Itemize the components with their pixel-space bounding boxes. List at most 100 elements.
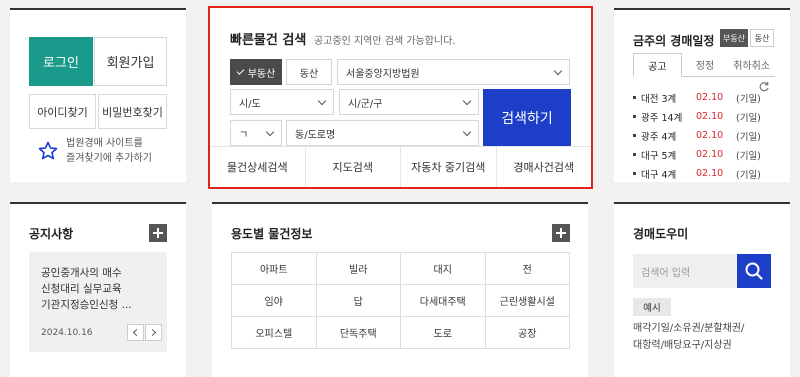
helper-search-input[interactable]: 검색어 입력 <box>633 254 737 288</box>
bullet-icon <box>633 134 636 137</box>
court-select[interactable]: 서울중앙지방법원 <box>337 59 570 85</box>
search-mode-tabs: 물건상세검색 지도검색 자동차 중기검색 경매사건검색 <box>210 146 591 187</box>
schedule-date: 02.10 <box>696 92 724 103</box>
schedule-note: (기일) <box>736 150 761 162</box>
search-icon <box>745 262 763 280</box>
schedule-place: 대구 5계 <box>641 150 677 162</box>
example-label: 예시 <box>633 298 671 316</box>
initial-select[interactable]: ㄱ <box>230 120 282 146</box>
schedule-row[interactable]: 대구 5계 02.10 (기일) <box>633 145 775 164</box>
login-button[interactable]: 로그인 <box>29 37 93 86</box>
usage-item[interactable]: 전 <box>485 253 570 285</box>
schedule-title: 금주의 경매일정 <box>633 34 715 48</box>
type-movable-toggle[interactable]: 동산 <box>286 59 332 85</box>
notice-item[interactable]: 공인중개사의 매수 신청대리 실무교육 기관지정승인신청 ... 2024.10… <box>29 252 167 352</box>
usage-item[interactable]: 도로 <box>401 317 486 349</box>
auction-schedule-panel: 금주의 경매일정 부동산 동산 공고 정정 취하취소 대전 3계 02.10 (… <box>614 8 790 182</box>
favorite-line-1: 법원경매 사이트를 <box>66 138 143 149</box>
schedule-place: 광주 4계 <box>641 131 677 143</box>
notice-line-2: 신청대리 실무교육 <box>41 283 122 295</box>
join-button[interactable]: 회원가입 <box>94 37 167 86</box>
sigungu-select[interactable]: 시/군/구 <box>339 89 479 115</box>
chevron-down-icon <box>265 127 275 137</box>
court-select-value: 서울중앙지방법원 <box>346 68 420 80</box>
tab-notice[interactable]: 공고 <box>633 53 682 77</box>
schedule-movable-toggle[interactable]: 동산 <box>750 29 774 47</box>
tab-correction[interactable]: 정정 <box>682 53 729 76</box>
schedule-tabs: 공고 정정 취하취소 <box>633 53 775 77</box>
helper-tags-line-2[interactable]: 대항력/배당요구/지상권 <box>633 337 778 354</box>
schedule-place: 대구 4계 <box>641 169 677 181</box>
schedule-date: 02.10 <box>696 149 724 160</box>
schedule-place: 광주 14계 <box>641 112 683 124</box>
search-button[interactable]: 검색하기 <box>483 89 571 146</box>
usage-item[interactable]: 다세대주택 <box>401 285 486 317</box>
helper-search-button[interactable] <box>737 254 771 288</box>
notice-panel: 공지사항 공인중개사의 매수 신청대리 실무교육 기관지정승인신청 ... 20… <box>10 202 186 377</box>
schedule-note: (기일) <box>736 93 761 105</box>
schedule-date: 02.10 <box>696 168 724 179</box>
quick-search-panel: 빠른물건 검색 공고중인 지역만 검색 가능합니다. 부동산 동산 서울중앙지방… <box>208 6 593 189</box>
tab-detail-search[interactable]: 물건상세검색 <box>210 147 306 187</box>
schedule-note: (기일) <box>736 131 761 143</box>
chevron-down-icon <box>462 96 472 106</box>
bullet-icon <box>633 153 636 156</box>
schedule-row[interactable]: 대전 3계 02.10 (기일) <box>633 88 775 107</box>
usage-grid: 아파트 빌라 대지 전 임야 답 다세대주택 근린생활시설 오피스텔 단독주택 … <box>231 252 570 349</box>
helper-tags-line-1[interactable]: 매각기일/소유권/분할채권/ <box>633 320 778 337</box>
notice-title: 공지사항 <box>29 227 74 241</box>
schedule-note: (기일) <box>736 112 761 124</box>
usage-item[interactable]: 답 <box>316 285 401 317</box>
usage-item[interactable]: 단독주택 <box>316 317 401 349</box>
plus-icon[interactable] <box>552 224 570 242</box>
login-panel: 로그인 회원가입 아이디찾기 비밀번호찾기 법원경매 사이트를 즐겨찾기에 추가… <box>10 8 186 182</box>
find-password-button[interactable]: 비밀번호찾기 <box>98 94 167 129</box>
usage-item[interactable]: 임야 <box>232 285 317 317</box>
usage-item[interactable]: 대지 <box>401 253 486 285</box>
usage-panel: 용도별 물건정보 아파트 빌라 대지 전 임야 답 다세대주택 근린생활시설 오… <box>212 202 588 377</box>
add-favorite-link[interactable]: 법원경매 사이트를 즐겨찾기에 추가하기 <box>38 136 178 166</box>
schedule-date: 02.10 <box>696 130 724 141</box>
check-icon <box>236 66 245 75</box>
find-id-button[interactable]: 아이디찾기 <box>29 94 96 129</box>
quick-search-title: 빠른물건 검색 <box>230 33 307 48</box>
chevron-down-icon <box>317 96 327 106</box>
usage-item[interactable]: 공장 <box>485 317 570 349</box>
notice-line-1: 공인중개사의 매수 <box>41 267 122 279</box>
plus-icon[interactable] <box>149 224 167 242</box>
sigungu-select-value: 시/군/구 <box>348 98 383 110</box>
helper-tags: 매각기일/소유권/분할채권/ 대항력/배당요구/지상권 <box>633 320 778 354</box>
bullet-icon <box>633 115 636 118</box>
schedule-row[interactable]: 대구 4계 02.10 (기일) <box>633 164 775 183</box>
chevron-down-icon <box>553 66 563 76</box>
notice-line-3: 기관지정승인신청 ... <box>41 299 132 311</box>
tab-map-search[interactable]: 지도검색 <box>306 147 401 187</box>
usage-title: 용도별 물건정보 <box>231 227 313 241</box>
type-realestate-toggle[interactable]: 부동산 <box>230 59 282 85</box>
chevron-right-icon[interactable] <box>145 324 162 341</box>
bullet-icon <box>633 172 636 175</box>
tab-withdrawal[interactable]: 취하취소 <box>728 53 775 76</box>
usage-item[interactable]: 근린생활시설 <box>485 285 570 317</box>
sido-select[interactable]: 시/도 <box>230 89 334 115</box>
dong-select[interactable]: 동/도로명 <box>286 120 479 146</box>
add-favorite-text: 법원경매 사이트를 즐겨찾기에 추가하기 <box>66 136 152 166</box>
schedule-note: (기일) <box>736 169 761 181</box>
schedule-row[interactable]: 광주 4계 02.10 (기일) <box>633 126 775 145</box>
chevron-left-icon[interactable] <box>127 324 144 341</box>
chevron-down-icon <box>462 127 472 137</box>
initial-select-value: ㄱ <box>239 129 249 141</box>
tab-vehicle-search[interactable]: 자동차 중기검색 <box>401 147 497 187</box>
usage-item[interactable]: 빌라 <box>316 253 401 285</box>
usage-item[interactable]: 오피스텔 <box>232 317 317 349</box>
schedule-row[interactable]: 광주 14계 02.10 (기일) <box>633 107 775 126</box>
schedule-date: 02.10 <box>696 111 724 122</box>
helper-title: 경매도우미 <box>633 227 689 241</box>
quick-search-subtitle: 공고중인 지역만 검색 가능합니다. <box>314 36 456 47</box>
schedule-realestate-toggle[interactable]: 부동산 <box>720 29 748 47</box>
usage-item[interactable]: 아파트 <box>232 253 317 285</box>
favorite-line-2: 즐겨찾기에 추가하기 <box>66 153 152 164</box>
type-realestate-label: 부동산 <box>247 68 276 80</box>
schedule-list: 대전 3계 02.10 (기일) 광주 14계 02.10 (기일) 광주 4계… <box>633 88 775 183</box>
tab-case-search[interactable]: 경매사건검색 <box>497 147 592 187</box>
